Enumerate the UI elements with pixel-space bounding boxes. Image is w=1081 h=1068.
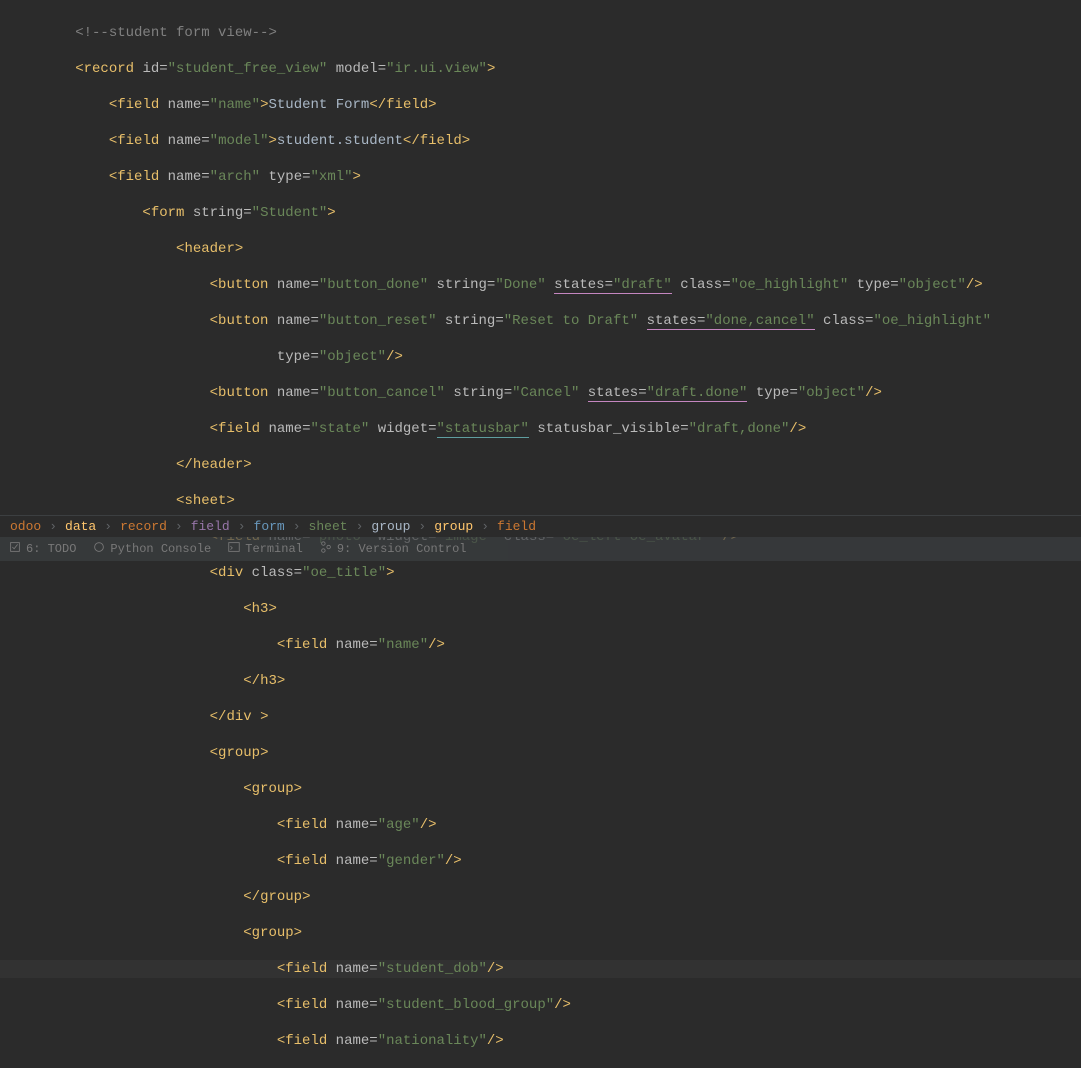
breadcrumb-sep: › [414,519,430,534]
breadcrumb-item[interactable]: field [493,519,540,534]
breadcrumb-item[interactable]: field [187,519,234,534]
breadcrumb-sep: › [100,519,116,534]
breadcrumb-item[interactable]: data [61,519,100,534]
breadcrumb-sep: › [45,519,61,534]
toolbar-label: Python Console [110,542,211,556]
bottom-toolbar: 6: TODO Python Console Terminal 9: Versi… [0,537,1081,561]
toolbar-label: 6: TODO [26,542,76,556]
breadcrumb-item[interactable]: record [116,519,171,534]
breadcrumb-item[interactable]: odoo [6,519,45,534]
toolbar-version-control[interactable]: 9: Version Control [319,540,467,558]
breadcrumb-item[interactable]: group [430,519,477,534]
breadcrumb-sep: › [289,519,305,534]
todo-icon [8,540,22,558]
breadcrumb-sep: › [352,519,368,534]
comment: <!--student form view--> [8,25,277,41]
toolbar-python-console[interactable]: Python Console [92,540,211,558]
breadcrumb-sep: › [171,519,187,534]
toolbar-label: 9: Version Control [337,542,467,556]
toolbar-terminal[interactable]: Terminal [227,540,303,558]
toolbar-label: Terminal [245,542,303,556]
breadcrumb-sep: › [477,519,493,534]
breadcrumb-item[interactable]: group [367,519,414,534]
vcs-icon [319,540,333,558]
python-icon [92,540,106,558]
breadcrumb-bar: odoo › data › record › field › form › sh… [0,515,1081,537]
breadcrumb-item[interactable]: form [250,519,289,534]
breadcrumb-sep: › [234,519,250,534]
toolbar-todo[interactable]: 6: TODO [8,540,76,558]
breadcrumb-item[interactable]: sheet [305,519,352,534]
terminal-icon [227,540,241,558]
